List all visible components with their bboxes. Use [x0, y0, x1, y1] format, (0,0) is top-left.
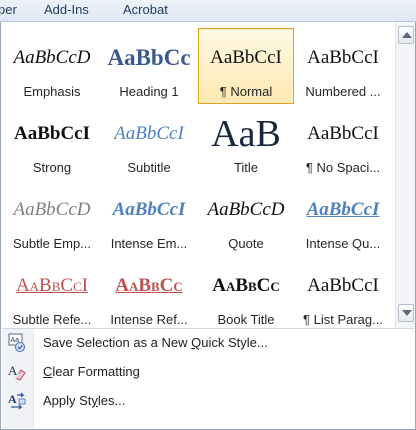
- style-label: Quote: [228, 236, 264, 251]
- scroll-down-button[interactable]: [398, 304, 414, 322]
- menu-item-label: uick Style...: [201, 335, 268, 350]
- clear-formatting-icon: A: [7, 362, 27, 382]
- style-preview: AaBbCcI: [306, 199, 380, 220]
- scroll-track[interactable]: [398, 47, 414, 297]
- accelerator-key: Q: [191, 335, 202, 350]
- style-preview: AaBbCcI: [114, 123, 184, 144]
- tab-add-ins[interactable]: Add-Ins: [44, 0, 89, 20]
- style-label: Title: [233, 160, 259, 175]
- style-preview: AaBbCcI: [112, 199, 186, 220]
- style-label: Strong: [32, 160, 72, 175]
- style-cell[interactable]: AaBbCcI Intense Qu...: [295, 180, 391, 256]
- svg-text:A: A: [8, 392, 17, 406]
- apply-styles-icon: A: [7, 391, 27, 411]
- style-label: Book Title: [217, 312, 275, 327]
- style-cell[interactable]: AaBbCcI ¶ No Spaci...: [295, 104, 391, 180]
- chevron-down-icon: [402, 310, 412, 316]
- style-preview: AaBbCcI: [15, 275, 89, 296]
- style-label: Subtle Emp...: [12, 236, 92, 251]
- apply-styles-item[interactable]: Apply Styles...: [35, 388, 405, 414]
- style-cell[interactable]: AaBbCc Heading 1: [101, 28, 197, 104]
- style-cell[interactable]: AaBbCcI Strong: [4, 104, 100, 180]
- gallery-scrollbar[interactable]: [395, 22, 415, 328]
- menu-item-label: Save Selection as a New: [43, 335, 192, 350]
- style-preview: AaBbCcI: [13, 123, 90, 144]
- style-cell[interactable]: AaBbCcI Numbered ...: [295, 28, 391, 104]
- style-label: Emphasis: [23, 84, 81, 99]
- svg-text:A: A: [8, 363, 18, 378]
- style-cell[interactable]: AaB Title: [198, 104, 294, 180]
- tab-acrobat[interactable]: Acrobat: [123, 0, 168, 20]
- style-cell[interactable]: AaBbCcI Intense Em...: [101, 180, 197, 256]
- style-preview: AaBbCc: [115, 275, 183, 296]
- style-preview: AaBbCcI: [307, 47, 379, 68]
- clear-formatting-item[interactable]: Clear Formatting: [35, 359, 405, 385]
- menu-item-label: les...: [97, 393, 126, 408]
- style-cell[interactable]: AaBbCcI Subtle Refe...: [4, 256, 100, 332]
- style-preview: AaBbCcD: [13, 199, 91, 220]
- style-cell[interactable]: AaBbCcI ¶ List Parag...: [295, 256, 391, 332]
- menu-item-label: lear Formatting: [52, 364, 140, 379]
- style-label: Intense Em...: [110, 236, 188, 251]
- style-cell[interactable]: AaBbCc Intense Ref...: [101, 256, 197, 332]
- style-label: ¶ No Spaci...: [305, 160, 381, 175]
- style-preview: AaB: [211, 117, 281, 151]
- save-selection-quick-style-item[interactable]: Save Selection as a New Quick Style...: [35, 330, 405, 356]
- styles-grid: AaBbCcD Emphasis AaBbCc Heading 1 AaBbCcI ¶ N…: [2, 22, 394, 328]
- menu-divider: [2, 328, 414, 329]
- style-label: Numbered ...: [305, 84, 381, 99]
- style-preview: AaBbCcD: [13, 47, 91, 68]
- style-preview: AaBbCc: [212, 275, 280, 296]
- style-preview: AaBbCcI: [307, 275, 379, 296]
- menu-item-label: Apply St: [43, 393, 92, 408]
- style-label: ¶ List Parag...: [303, 312, 383, 327]
- style-label: Subtle Refe...: [12, 312, 92, 327]
- style-cell[interactable]: AaBbCcD Subtle Emp...: [4, 180, 100, 256]
- style-label: Intense Ref...: [110, 312, 188, 327]
- quick-styles-gallery: AaBbCcD Emphasis AaBbCc Heading 1 AaBbCcI ¶ N…: [0, 22, 416, 430]
- style-label: ¶ Normal: [219, 84, 273, 99]
- style-label: Heading 1: [119, 84, 179, 99]
- style-cell[interactable]: AaBbCcI ¶ Normal: [198, 28, 294, 104]
- tab-paper[interactable]: per: [0, 0, 17, 20]
- scroll-up-button[interactable]: [398, 26, 414, 44]
- style-label: Subtitle: [127, 160, 171, 175]
- style-cell[interactable]: AaBbCcD Emphasis: [4, 28, 100, 104]
- style-preview: AaBbCcD: [207, 199, 285, 220]
- style-label: Intense Qu...: [305, 236, 381, 251]
- accelerator-key: C: [43, 364, 53, 379]
- chevron-up-icon: [402, 32, 412, 38]
- style-cell[interactable]: AaBbCc Book Title: [198, 256, 294, 332]
- style-cell[interactable]: AaBbCcD Quote: [198, 180, 294, 256]
- save-style-icon: Aa: [7, 333, 27, 353]
- ribbon-tab-strip: per Add-Ins Acrobat: [0, 0, 416, 22]
- style-preview: AaBbCcI: [210, 47, 282, 68]
- style-preview: AaBbCc: [107, 45, 191, 70]
- style-preview: AaBbCcI: [307, 123, 379, 144]
- style-cell[interactable]: AaBbCcI Subtitle: [101, 104, 197, 180]
